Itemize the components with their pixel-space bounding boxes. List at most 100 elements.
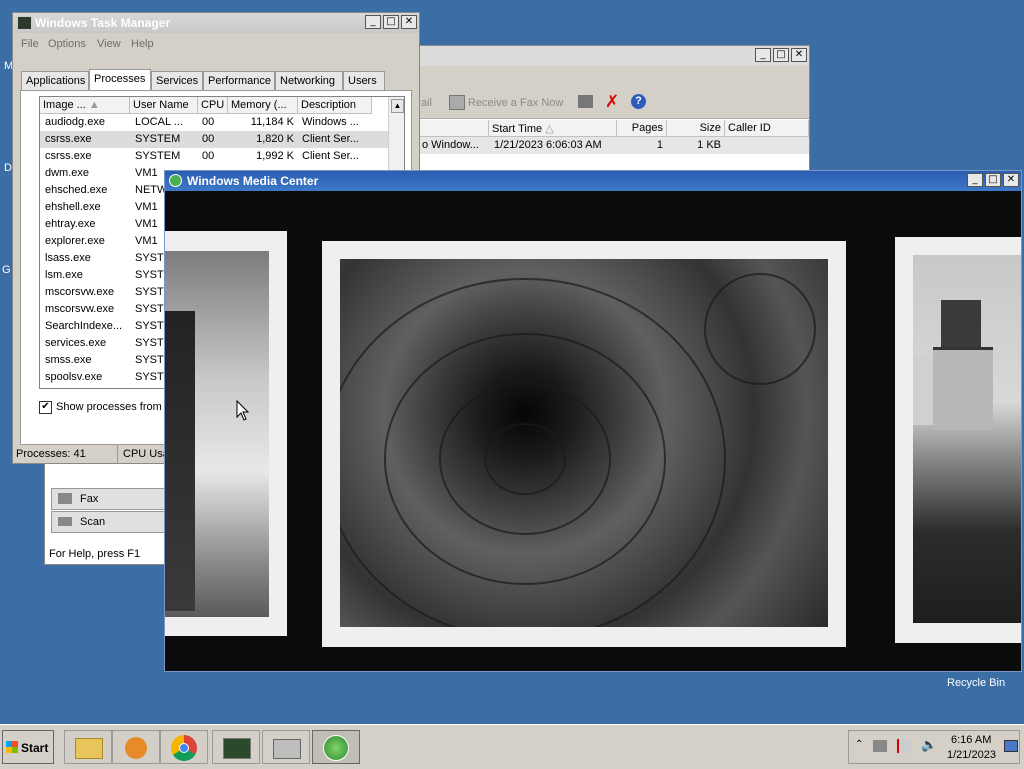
cell-image: smss.exe <box>45 354 92 366</box>
maximize-button[interactable]: □ <box>773 48 789 62</box>
cell-image: explorer.exe <box>45 235 105 247</box>
printer-icon[interactable] <box>578 95 593 108</box>
windows-media-center-icon <box>169 174 182 187</box>
cell-image: spoolsv.exe <box>45 371 103 383</box>
cell-cpu: 00 <box>202 150 215 162</box>
taskbar-task-manager[interactable] <box>212 730 260 764</box>
col-caller-id[interactable]: Caller ID <box>725 120 809 137</box>
photo-tile-left[interactable] <box>165 231 287 636</box>
cell-mem: 1,992 K <box>256 150 294 162</box>
tab-services[interactable]: Services <box>151 71 203 90</box>
col-user-name[interactable]: User Name <box>130 97 198 114</box>
desktop-icon-fragment-3: G <box>2 264 11 276</box>
close-button[interactable]: ✕ <box>791 48 807 62</box>
col-size[interactable]: Size <box>667 120 725 137</box>
tab-users[interactable]: Users <box>343 71 385 90</box>
photo-tile-right[interactable] <box>895 237 1021 643</box>
table-row[interactable]: csrss.exe SYSTEM 00 1,820 K Client Ser... <box>40 131 404 148</box>
tab-processes[interactable]: Processes <box>89 69 151 91</box>
media-center-titlebar[interactable]: Windows Media Center _ □ ✕ <box>165 171 1021 191</box>
receive-fax-now-button[interactable]: Receive a Fax Now <box>468 97 563 109</box>
volume-icon[interactable]: 🔈 <box>921 738 937 753</box>
show-desktop-icon[interactable] <box>1004 740 1018 752</box>
clock-time[interactable]: 6:16 AM <box>951 734 991 746</box>
chrome-icon <box>171 735 197 761</box>
help-icon[interactable]: ? <box>631 94 646 109</box>
tab-performance[interactable]: Performance <box>203 71 275 90</box>
maximize-button[interactable]: □ <box>383 15 399 29</box>
nav-fax[interactable]: Fax <box>51 488 167 510</box>
tab-networking[interactable]: Networking <box>275 71 343 90</box>
col-cpu[interactable]: CPU <box>198 97 228 114</box>
scroll-up-arrow-icon[interactable]: ▲ <box>391 99 404 113</box>
minimize-button[interactable]: _ <box>365 15 381 29</box>
cell-image: csrss.exe <box>45 133 92 145</box>
col-memory[interactable]: Memory (... <box>228 97 298 114</box>
task-manager-titlebar[interactable]: Windows Task Manager _ □ ✕ <box>13 13 419 33</box>
cell-image: mscorsvw.exe <box>45 303 115 315</box>
mouse-cursor-icon <box>236 400 250 421</box>
scanner-icon <box>58 517 72 526</box>
fax-row[interactable]: o Window... 1/21/2023 6:06:03 AM 1 1 KB <box>419 137 809 154</box>
media-center-icon <box>323 735 349 761</box>
status-processes-count: Processes: 41 <box>16 448 86 460</box>
cell-image: services.exe <box>45 337 107 349</box>
minimize-button[interactable]: _ <box>967 173 983 187</box>
cell-cpu: 00 <box>202 133 215 145</box>
delete-icon[interactable]: ✗ <box>605 92 619 112</box>
fax-nav-pane: Fax Scan <box>45 466 167 546</box>
taskbar-explorer[interactable] <box>64 730 112 764</box>
cell-desc: Client Ser... <box>302 150 359 162</box>
media-center-window[interactable]: Windows Media Center _ □ ✕ <box>164 170 1022 672</box>
cell-image: SearchIndexe... <box>45 320 123 332</box>
action-center-flag-icon[interactable] <box>897 739 911 753</box>
cell-image: lsm.exe <box>45 269 83 281</box>
col-pages[interactable]: Pages <box>617 120 667 137</box>
taskbar-fax-scan[interactable] <box>262 730 310 764</box>
photo-left-image <box>165 251 269 617</box>
col-description[interactable]: Description <box>298 97 372 114</box>
start-button[interactable]: Start <box>2 730 54 764</box>
clock-date[interactable]: 1/21/2023 <box>947 749 996 761</box>
cell-user: SYSTEM <box>135 133 181 145</box>
task-manager-icon <box>17 16 32 30</box>
system-tray: ⌃ 🔈 6:16 AM 1/21/2023 <box>848 730 1020 764</box>
maximize-button[interactable]: □ <box>985 173 1001 187</box>
cell-image: mscorsvw.exe <box>45 286 115 298</box>
show-hidden-icons-icon[interactable]: ⌃ <box>855 739 863 750</box>
menu-view[interactable]: View <box>97 38 121 50</box>
tab-applications[interactable]: Applications <box>21 71 89 90</box>
toolbar-mail-fragment[interactable]: ail <box>421 97 432 109</box>
taskbar-chrome[interactable] <box>160 730 208 764</box>
taskbar-media-center[interactable] <box>312 730 360 764</box>
task-manager-icon <box>223 738 251 759</box>
fax-receive-icon <box>449 95 465 110</box>
fax-list[interactable]: Start Time △ Pages Size Caller ID o Wind… <box>419 120 809 156</box>
photo-tile-selected[interactable] <box>322 241 846 647</box>
cell-desc: Windows ... <box>302 116 359 128</box>
fax-status-bar: For Help, press F1 <box>49 548 141 560</box>
table-row[interactable]: csrss.exe SYSTEM 00 1,992 K Client Ser... <box>40 148 404 165</box>
cell-mem: 1,820 K <box>256 133 294 145</box>
taskbar-media-player[interactable] <box>112 730 160 764</box>
desktop-icon-fragment-2: D <box>4 162 12 174</box>
nav-scan[interactable]: Scan <box>51 511 167 533</box>
cell-desc: Client Ser... <box>302 133 359 145</box>
menu-file[interactable]: File <box>21 38 39 50</box>
menu-help[interactable]: Help <box>131 38 154 50</box>
status-cpu-usage: CPU Usa <box>123 448 169 460</box>
show-all-processes-label: Show processes from a <box>56 401 171 413</box>
col-image-name[interactable]: Image ... ▲ <box>40 97 130 114</box>
cell-image: dwm.exe <box>45 167 90 179</box>
close-button[interactable]: ✕ <box>1003 173 1019 187</box>
table-row[interactable]: audiodg.exe LOCAL ... 00 11,184 K Windows ..… <box>40 114 404 131</box>
show-all-processes-checkbox[interactable]: ✔ <box>39 401 52 414</box>
network-icon[interactable] <box>873 740 887 752</box>
col-from[interactable] <box>419 120 489 137</box>
menu-options[interactable]: Options <box>48 38 86 50</box>
col-start-time[interactable]: Start Time △ <box>489 120 617 137</box>
minimize-button[interactable]: _ <box>755 48 771 62</box>
taskbar: Start ⌃ 🔈 6:16 AM 1/21/2023 <box>0 724 1024 769</box>
recycle-bin-label[interactable]: Recycle Bin <box>947 677 1005 689</box>
close-button[interactable]: ✕ <box>401 15 417 29</box>
